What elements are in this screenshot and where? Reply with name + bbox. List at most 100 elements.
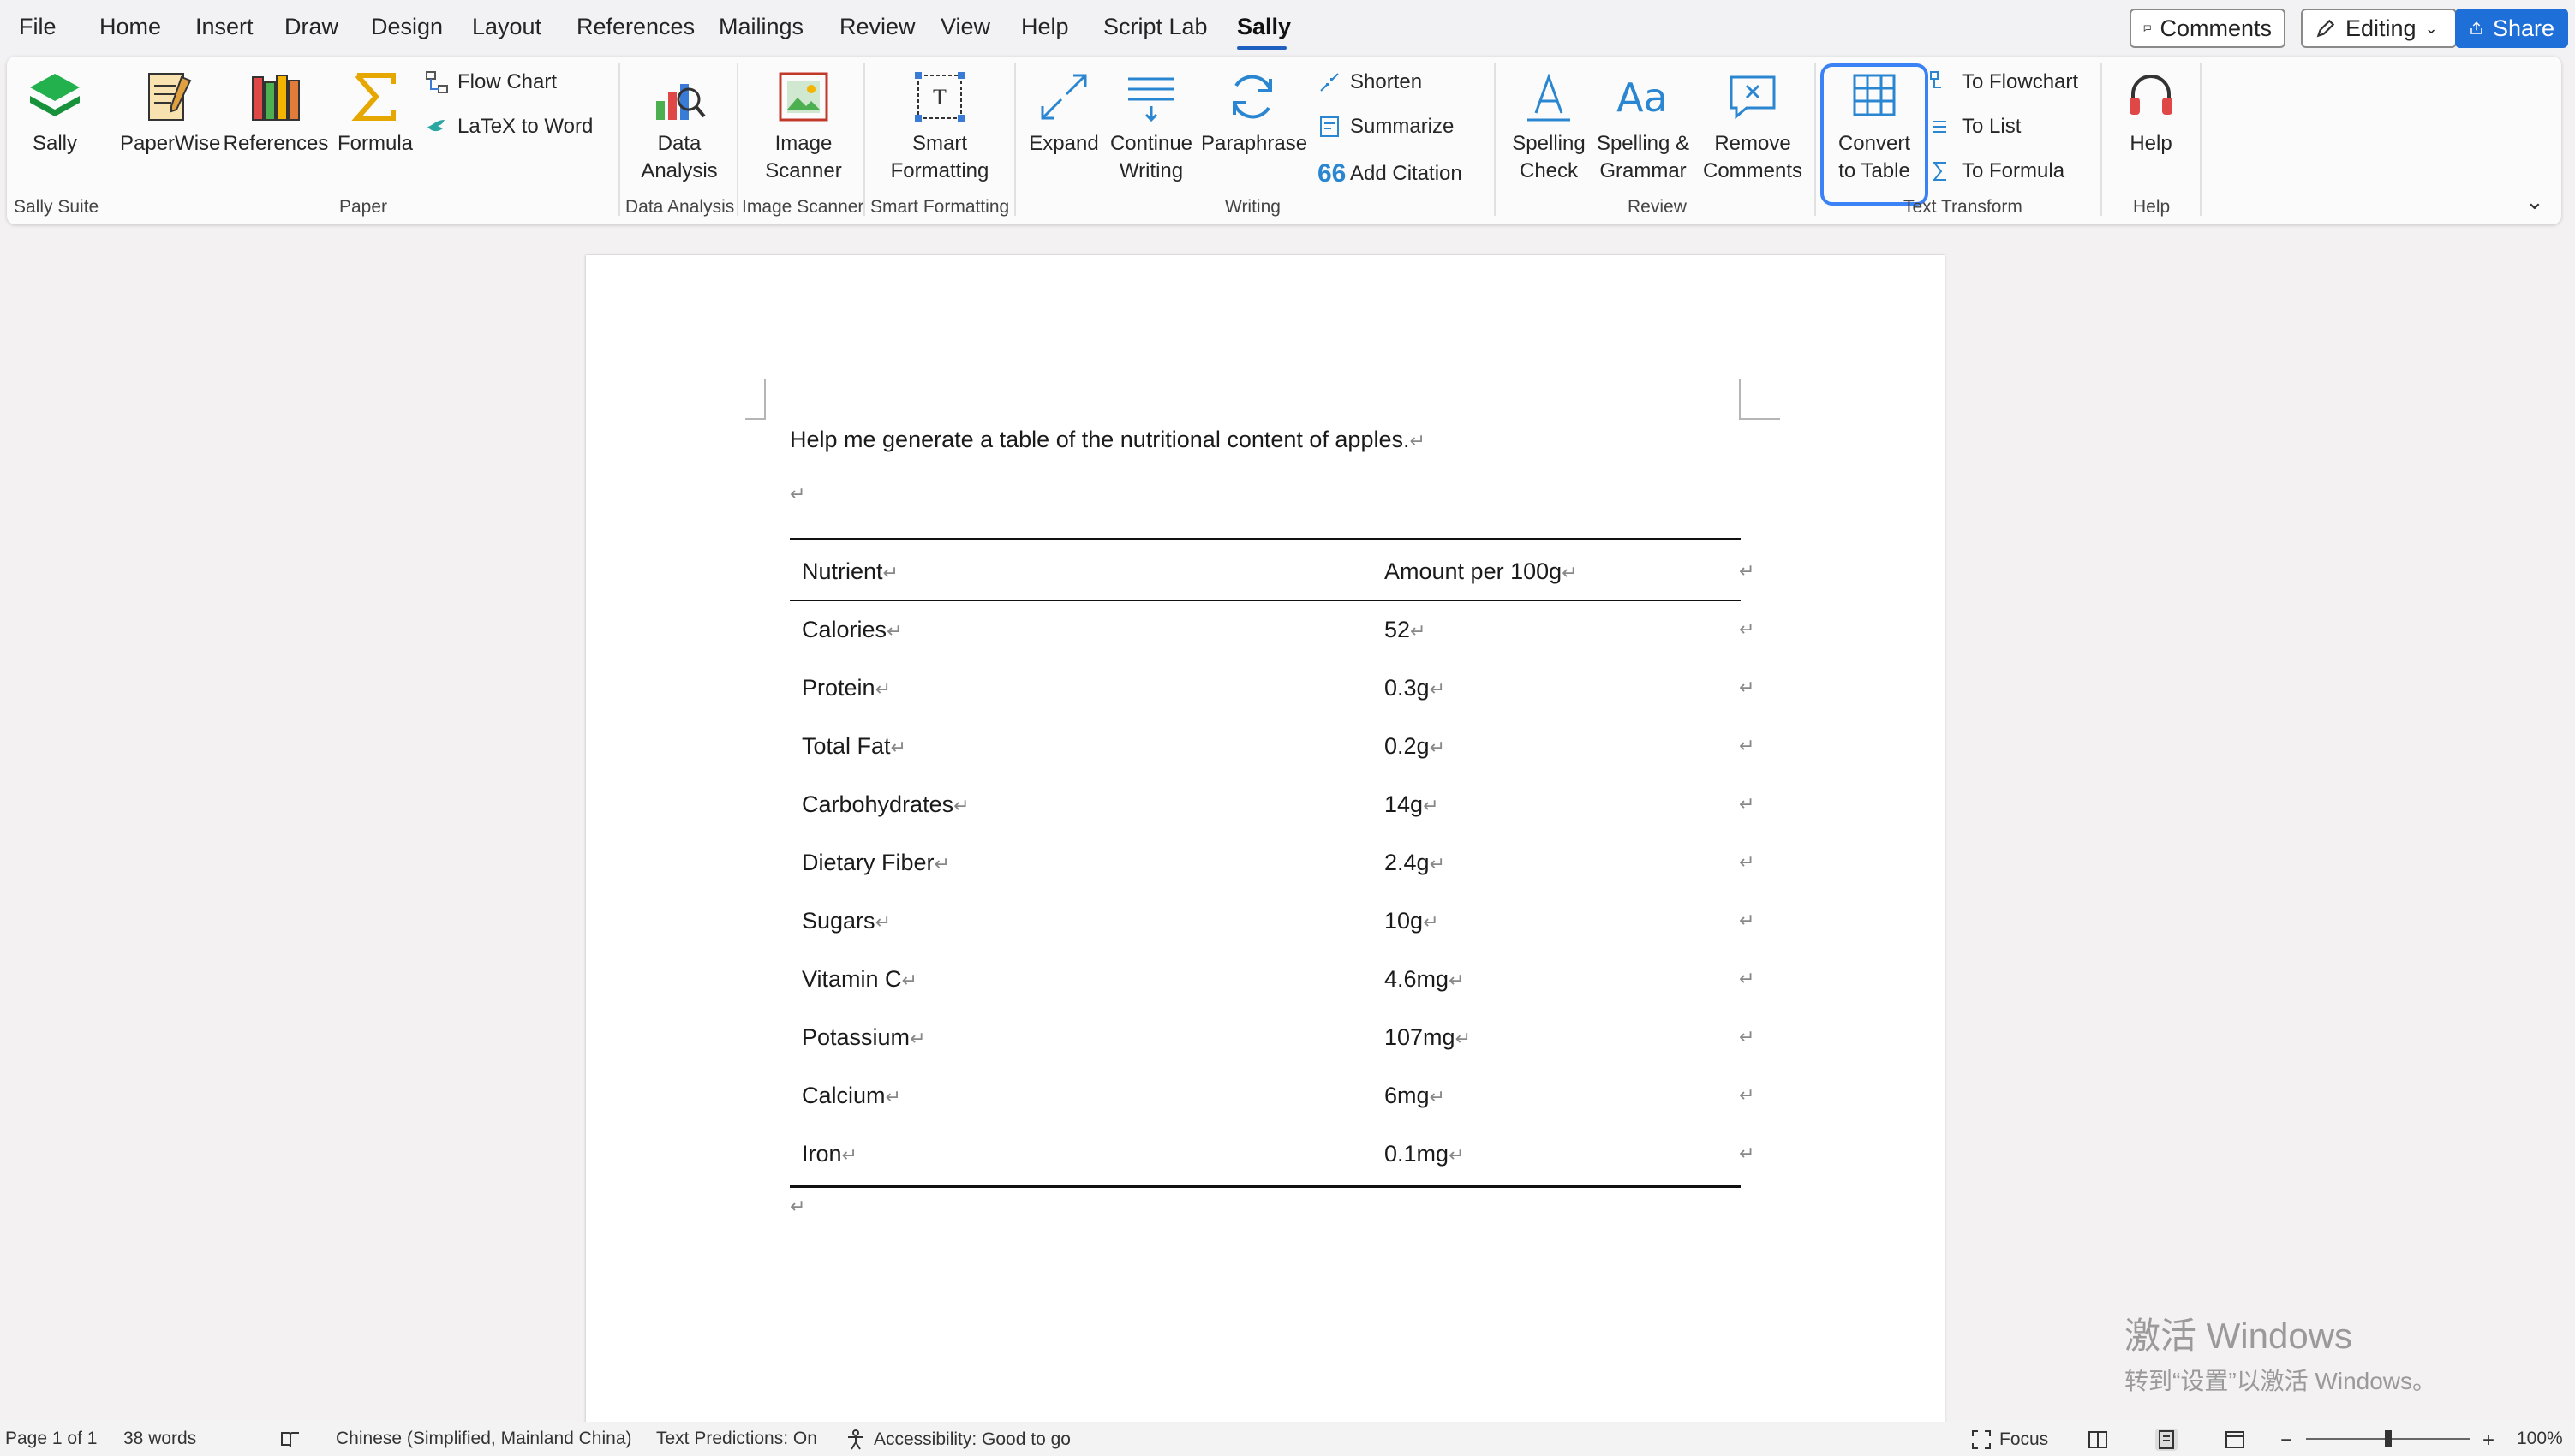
document-page[interactable]: Help me generate a table of the nutritio… (586, 255, 1945, 1429)
add-citation-button[interactable]: 66 Add Citation (1317, 159, 1462, 188)
paperwise-icon (139, 67, 199, 127)
zoom-out-icon[interactable]: − (2280, 1429, 2292, 1453)
comments-button[interactable]: Comments (2130, 9, 2285, 48)
sally-button[interactable]: Sally (17, 67, 93, 158)
continue-writing-button[interactable]: Continue Writing (1105, 67, 1198, 185)
ribbon-collapse-chevron-icon[interactable]: ⌄ (2525, 188, 2544, 215)
prompt-paragraph[interactable]: Help me generate a table of the nutritio… (790, 427, 1425, 453)
table-header-amount[interactable]: Amount per 100g↵ (1384, 558, 1578, 585)
latex-to-word-label: LaTeX to Word (457, 115, 594, 138)
table-header-nutrient[interactable]: Nutrient↵ (802, 558, 899, 585)
accessibility-label: Accessibility: Good to go (874, 1429, 1071, 1449)
menu-insert[interactable]: Insert (195, 14, 254, 40)
menu-view[interactable]: View (941, 14, 990, 40)
web-layout-icon[interactable] (2224, 1429, 2246, 1451)
table-cell-nutrient[interactable]: Total Fat↵ (802, 733, 906, 760)
zoom-level[interactable]: 100% (2517, 1429, 2563, 1449)
table-cell-amount[interactable]: 4.6mg↵ (1384, 966, 1464, 993)
table-cell-nutrient[interactable]: Calories↵ (802, 617, 902, 643)
table-cell-nutrient[interactable]: Vitamin C↵ (802, 966, 917, 993)
table-cell-nutrient[interactable]: Iron↵ (802, 1141, 857, 1167)
spelling-grammar-button[interactable]: Aa Spelling & Grammar (1592, 67, 1694, 185)
paraphrase-button[interactable]: Paraphrase (1201, 67, 1307, 158)
menu-script-lab[interactable]: Script Lab (1103, 14, 1208, 40)
table-cell-amount[interactable]: 2.4g↵ (1384, 850, 1445, 876)
menu-help[interactable]: Help (1021, 14, 1069, 40)
spelling-check-button[interactable]: Spelling Check (1504, 67, 1593, 185)
cell-text: 0.1mg (1384, 1141, 1449, 1167)
zoom-in-icon[interactable]: + (2482, 1429, 2494, 1453)
table-cell-amount[interactable]: 14g↵ (1384, 791, 1439, 818)
empty-paragraph-mark: ↵ (790, 1196, 806, 1217)
table-cell-amount[interactable]: 0.2g↵ (1384, 733, 1445, 760)
menu-draw[interactable]: Draw (284, 14, 338, 40)
latex-to-word-button[interactable]: LaTeX to Word (425, 115, 593, 139)
editing-mode-button[interactable]: Editing ⌄ (2301, 9, 2457, 48)
menu-references[interactable]: References (577, 14, 695, 40)
help-button[interactable]: Help (2114, 67, 2188, 158)
formula-button[interactable]: Formula (332, 67, 418, 158)
table-cell-amount[interactable]: 0.3g↵ (1384, 675, 1445, 701)
table-cell-amount[interactable]: 10g↵ (1384, 908, 1439, 934)
text-predictions-status[interactable]: Text Predictions: On (656, 1429, 817, 1449)
accessibility-status[interactable]: Accessibility: Good to go (845, 1429, 1071, 1451)
image-scanner-label-1: Image (774, 132, 833, 155)
bird-icon (427, 120, 445, 132)
to-flowchart-button[interactable]: To Flowchart (1929, 70, 2078, 94)
table-cell-nutrient[interactable]: Dietary Fiber↵ (802, 850, 950, 876)
summarize-button[interactable]: Summarize (1317, 115, 1454, 139)
word-count[interactable]: 38 words (123, 1429, 196, 1449)
cell-mark: ↵ (882, 562, 899, 583)
table-cell-amount[interactable]: 0.1mg↵ (1384, 1141, 1464, 1167)
paperwise-button[interactable]: PaperWise (120, 67, 220, 158)
separator (863, 63, 865, 216)
smart-formatting-button[interactable]: T Smart Formatting (879, 67, 1001, 185)
read-aloud-book-icon[interactable] (279, 1429, 302, 1451)
sigma-icon (345, 67, 405, 127)
menu-layout[interactable]: Layout (472, 14, 541, 40)
flow-chart-button[interactable]: Flow Chart (425, 70, 557, 94)
language-status[interactable]: Chinese (Simplified, Mainland China) (336, 1429, 632, 1449)
cell-mark: ↵ (1449, 970, 1465, 991)
menu-design[interactable]: Design (371, 14, 443, 40)
remove-comments-button[interactable]: Remove Comments (1700, 67, 1806, 185)
shorten-button[interactable]: Shorten (1317, 70, 1422, 94)
table-cell-amount[interactable]: 107mg↵ (1384, 1024, 1471, 1051)
table-cell-amount[interactable]: 6mg↵ (1384, 1083, 1445, 1109)
focus-mode-button[interactable]: Focus (1970, 1429, 2048, 1451)
group-label-text-transform: Text Transform (1903, 197, 2022, 217)
margin-corner-mark (745, 379, 766, 420)
print-layout-icon[interactable] (2155, 1429, 2178, 1451)
table-cell-nutrient[interactable]: Carbohydrates↵ (802, 791, 970, 818)
read-mode-icon[interactable] (2087, 1429, 2109, 1451)
cell-text: Carbohydrates (802, 791, 954, 817)
menu-mailings[interactable]: Mailings (719, 14, 804, 40)
table-cell-amount[interactable]: 52↵ (1384, 617, 1425, 643)
share-button[interactable]: Share (2455, 9, 2568, 48)
expand-button[interactable]: Expand (1025, 67, 1103, 158)
menu-home[interactable]: Home (99, 14, 161, 40)
pencil-icon (2316, 19, 2335, 38)
menu-review[interactable]: Review (839, 14, 916, 40)
data-analysis-label-2: Analysis (641, 159, 718, 182)
table-cell-nutrient[interactable]: Potassium↵ (802, 1024, 926, 1051)
image-scanner-button[interactable]: Image Scanner (754, 67, 853, 185)
references-button[interactable]: References (223, 67, 329, 158)
table-cell-nutrient[interactable]: Sugars↵ (802, 908, 891, 934)
active-tab-indicator (1237, 46, 1287, 50)
flowchart-icon (1930, 71, 1941, 88)
convert-to-table-button[interactable]: Convert to Table (1826, 67, 1922, 185)
menu-sally[interactable]: Sally (1237, 14, 1291, 40)
page-count[interactable]: Page 1 of 1 (5, 1429, 97, 1449)
table-cell-nutrient[interactable]: Calcium↵ (802, 1083, 901, 1109)
group-label-writing: Writing (1225, 197, 1281, 217)
zoom-slider-thumb[interactable] (2385, 1430, 2392, 1447)
summarize-label: Summarize (1350, 115, 1455, 138)
to-formula-button[interactable]: To Formula (1929, 159, 2064, 183)
cell-text: 14g (1384, 791, 1424, 817)
to-list-button[interactable]: To List (1929, 115, 2021, 139)
menu-file[interactable]: File (19, 14, 57, 40)
row-end-mark: ↵ (1739, 968, 1755, 989)
table-cell-nutrient[interactable]: Protein↵ (802, 675, 891, 701)
data-analysis-button[interactable]: Data Analysis (630, 67, 728, 185)
